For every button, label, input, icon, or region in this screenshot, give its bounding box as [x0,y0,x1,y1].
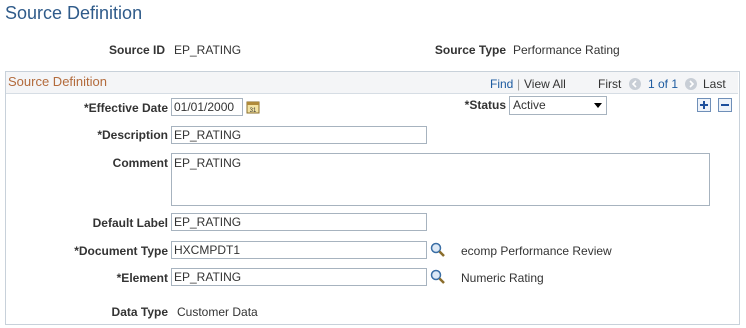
svg-text:31: 31 [250,108,257,114]
element-input[interactable] [171,268,427,286]
status-select[interactable]: Active [509,96,607,115]
element-description: Numeric Rating [461,271,544,285]
document-type-input[interactable] [171,241,427,259]
default-label-input[interactable] [171,213,427,231]
calendar-icon[interactable]: 31 [246,100,260,114]
last-link[interactable]: Last [703,77,726,91]
minus-icon [721,104,729,106]
chevron-down-icon [594,103,602,108]
chevron-left-icon[interactable] [629,78,641,90]
chevron-right-icon[interactable] [685,78,697,90]
default-label-label: Default Label [92,216,168,230]
panel-title: Source Definition [8,74,107,89]
add-row-button[interactable] [697,98,711,112]
status-label: *Status [464,98,506,112]
effective-date-label: *Effective Date [83,101,168,115]
document-type-lookup-icon[interactable] [430,242,446,258]
comment-textarea[interactable]: EP_RATING [171,153,710,206]
find-link[interactable]: Find [490,77,513,91]
page-info: 1 of 1 [648,77,679,91]
description-input[interactable] [171,126,427,144]
element-label: *Element [116,271,168,285]
source-id-label: Source ID [108,43,165,57]
view-all-link[interactable]: View All [524,77,566,91]
source-id-value: EP_RATING [174,43,242,57]
effective-date-input[interactable] [171,98,243,116]
page-title: Source Definition [5,3,143,23]
document-type-label: *Document Type [74,244,168,258]
first-link[interactable]: First [598,77,621,91]
document-type-description: ecomp Performance Review [461,244,612,258]
data-type-value: Customer Data [177,305,258,319]
data-type-label: Data Type [111,305,168,319]
source-type-label: Source Type [434,43,506,57]
source-type-value: Performance Rating [513,43,620,57]
status-value: Active [513,98,546,112]
delete-row-button[interactable] [718,98,732,112]
description-label: *Description [97,128,168,142]
nav-separator: | [517,77,521,91]
element-lookup-icon[interactable] [430,269,446,285]
plus-icon [700,101,708,109]
comment-label: Comment [112,156,168,170]
